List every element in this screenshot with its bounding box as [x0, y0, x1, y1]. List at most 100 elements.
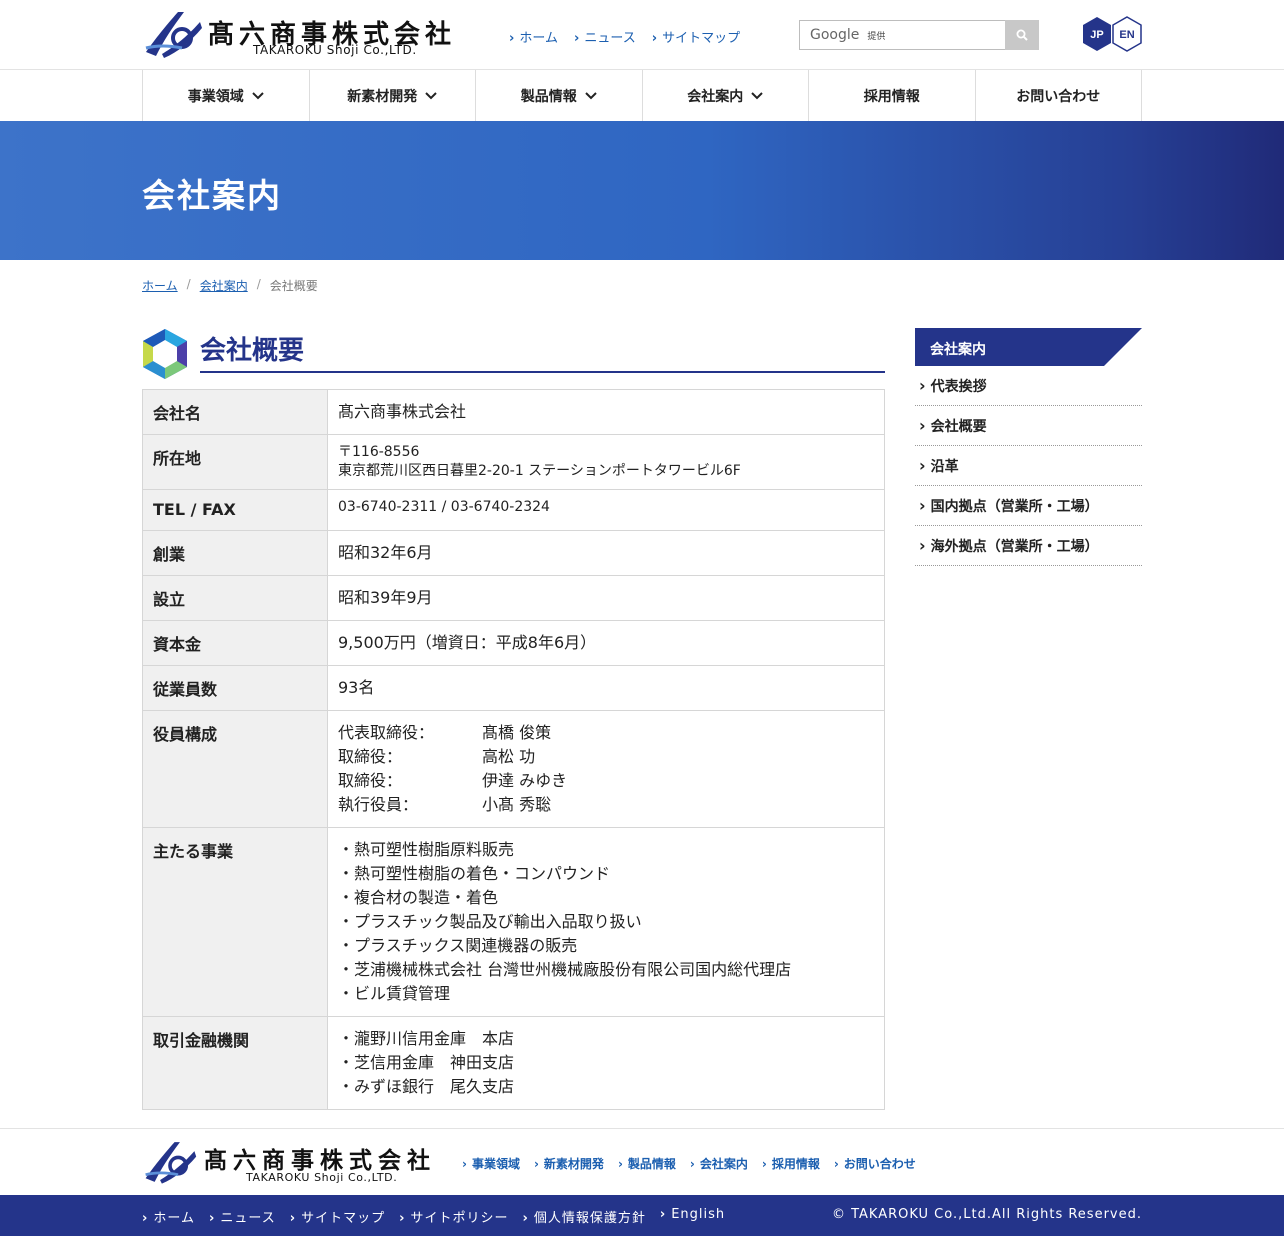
bottom-link-privacy[interactable]: 個人情報保護方針	[522, 1207, 645, 1226]
logo-mark-icon	[145, 12, 202, 58]
breadcrumb-separator: /	[256, 277, 261, 291]
hexagon-icon	[143, 329, 187, 379]
site-logo[interactable]: 髙六商事株式会社 TAKAROKU Shoji Co.,LTD.	[142, 8, 464, 60]
address-zip: 〒116-8556	[338, 444, 420, 460]
row-label: 役員構成	[142, 710, 328, 828]
footer-link-business[interactable]: 事業領域	[462, 1155, 520, 1172]
search-input[interactable]: Google 提供	[799, 20, 1005, 50]
page-banner: 会社案内	[0, 121, 1284, 260]
officer-role: 取締役：	[338, 747, 403, 766]
nav-label: 新素材開発	[347, 88, 418, 105]
header-link-news[interactable]: ニュース	[574, 27, 635, 46]
search-icon	[1016, 29, 1028, 41]
officer-entry: 取締役： 高松 功	[338, 745, 874, 769]
chevron-down-icon	[751, 91, 763, 99]
table-row: 設立 昭和39年9月	[142, 575, 885, 621]
row-value: ・熱可塑性樹脂原料販売 ・熱可塑性樹脂の着色・コンパウンド ・複合材の製造・着色…	[327, 827, 885, 1017]
bottom-link-english[interactable]: English	[660, 1207, 725, 1226]
officer-name: 小髙 秀聡	[482, 795, 552, 814]
logo-english-text: TAKAROKU Shoji Co.,LTD.	[253, 43, 417, 57]
footer-logo[interactable]: 髙六商事株式会社 TAKAROKU Shoji Co.,LTD.	[142, 1138, 447, 1186]
footer-link-products[interactable]: 製品情報	[618, 1155, 676, 1172]
table-row: 所在地 〒116-8556 東京都荒川区西日暮里2-20-1 ステーションポート…	[142, 434, 885, 490]
nav-label: お問い合わせ	[1016, 88, 1101, 105]
site-header: 髙六商事株式会社 TAKAROKU Shoji Co.,LTD. ホーム ニュー…	[0, 0, 1284, 70]
row-value: 93名	[327, 665, 885, 711]
nav-item-contact[interactable]: お問い合わせ	[974, 70, 1142, 121]
bottom-link-sitemap[interactable]: サイトマップ	[290, 1207, 385, 1226]
address-line: 東京都荒川区西日暮里2-20-1 ステーションポートタワービル6F	[338, 463, 741, 479]
sidebar-item-domestic-bases[interactable]: 国内拠点（営業所・工場）	[915, 486, 1142, 526]
nav-item-business[interactable]: 事業領域	[142, 70, 309, 121]
bottom-link-home[interactable]: ホーム	[142, 1207, 195, 1226]
row-value: ・瀧野川信用金庫 本店 ・芝信用金庫 神田支店 ・みずほ銀行 尾久支店	[327, 1016, 885, 1110]
section-title-rule	[200, 371, 885, 373]
footer-link-recruit[interactable]: 採用情報	[762, 1155, 820, 1172]
footer-bottom-links: ホーム ニュース サイトマップ サイトポリシー 個人情報保護方針 English	[142, 1207, 725, 1226]
header-link-sitemap[interactable]: サイトマップ	[652, 27, 740, 46]
row-label: 所在地	[142, 434, 328, 490]
footer-link-materials[interactable]: 新素材開発	[534, 1155, 604, 1172]
row-label: 設立	[142, 575, 328, 621]
site-search: Google 提供	[799, 20, 1039, 50]
business-item: ・熱可塑性樹脂原料販売	[338, 840, 515, 859]
business-item: ・ビル賃貸管理	[338, 984, 451, 1003]
breadcrumb-home[interactable]: ホーム	[142, 277, 178, 294]
header-link-home[interactable]: ホーム	[509, 27, 558, 46]
officer-entry: 代表取締役： 髙橋 俊策	[338, 721, 874, 745]
row-label: 従業員数	[142, 665, 328, 711]
bank-item: ・芝信用金庫 神田支店	[338, 1053, 515, 1072]
table-row: 創業 昭和32年6月	[142, 530, 885, 576]
nav-label: 採用情報	[863, 88, 920, 105]
officer-role: 執行役員：	[338, 795, 419, 814]
nav-item-products[interactable]: 製品情報	[475, 70, 642, 121]
section-title: 会社概要	[200, 336, 305, 366]
search-button[interactable]	[1005, 20, 1039, 50]
sidebar-item-overseas-bases[interactable]: 海外拠点（営業所・工場）	[915, 526, 1142, 566]
sidebar-item-greeting[interactable]: 代表挨拶	[915, 366, 1142, 406]
bottom-link-site-policy[interactable]: サイトポリシー	[399, 1207, 508, 1226]
breadcrumb-current: 会社概要	[269, 279, 318, 293]
breadcrumb: ホーム / 会社案内 / 会社概要	[142, 277, 318, 294]
row-value: 髙六商事株式会社	[327, 389, 885, 435]
company-overview-table: 会社名 髙六商事株式会社 所在地 〒116-8556 東京都荒川区西日暮里2-2…	[142, 389, 885, 1110]
row-value: 03-6740-2311 / 03-6740-2324	[327, 489, 885, 531]
sidebar: 会社案内 代表挨拶 会社概要 沿革 国内拠点（営業所・工場） 海外拠点（営業所・…	[915, 328, 1142, 566]
row-value: 代表取締役： 髙橋 俊策 取締役： 高松 功 取締役： 伊達 みゆき 執行役員： 小髙 …	[327, 710, 885, 828]
footer-logo-japanese-text: 髙六商事株式会社	[204, 1148, 436, 1174]
sidebar-heading-label: 会社案内	[930, 342, 986, 358]
nav-label: 事業領域	[187, 88, 244, 105]
footer-link-company[interactable]: 会社案内	[690, 1155, 748, 1172]
bank-item: ・瀧野川信用金庫 本店	[338, 1029, 515, 1048]
bank-item: ・みずほ銀行 尾久支店	[338, 1077, 515, 1096]
sidebar-item-overview[interactable]: 会社概要	[915, 406, 1142, 446]
site-footer: 髙六商事株式会社 TAKAROKU Shoji Co.,LTD. 事業領域 新素…	[0, 1128, 1284, 1195]
bottom-link-news[interactable]: ニュース	[209, 1207, 276, 1226]
page-title: 会社案内	[142, 176, 282, 215]
search-google-label: Google	[810, 27, 860, 43]
nav-item-company[interactable]: 会社案内	[641, 70, 809, 121]
footer-nav: 事業領域 新素材開発 製品情報 会社案内 採用情報 お問い合わせ	[462, 1155, 916, 1172]
nav-item-materials[interactable]: 新素材開発	[308, 70, 476, 121]
business-item: ・複合材の製造・着色	[338, 888, 499, 907]
table-row: 会社名 髙六商事株式会社	[142, 389, 885, 435]
sidebar-item-history[interactable]: 沿革	[915, 446, 1142, 486]
business-item: ・熱可塑性樹脂の着色・コンパウンド	[338, 864, 611, 883]
breadcrumb-parent[interactable]: 会社案内	[200, 277, 248, 294]
global-nav: 事業領域 新素材開発 製品情報 会社案内 採用情報 お問い合わせ	[142, 70, 1142, 121]
nav-label: 会社案内	[687, 88, 744, 105]
footer-bottom-bar: ホーム ニュース サイトマップ サイトポリシー 個人情報保護方針 English…	[0, 1195, 1284, 1236]
section-heading: 会社概要	[142, 328, 885, 380]
row-value: 昭和32年6月	[327, 530, 885, 576]
officer-role: 代表取締役：	[338, 723, 435, 742]
table-row: 資本金 9,500万円（増資日：平成8年6月）	[142, 620, 885, 666]
chevron-down-icon	[585, 91, 597, 99]
officer-name: 伊達 みゆき	[482, 771, 568, 790]
sidebar-heading[interactable]: 会社案内	[915, 328, 1142, 366]
row-label: TEL / FAX	[142, 489, 328, 531]
footer-link-contact[interactable]: お問い合わせ	[834, 1155, 916, 1172]
nav-item-recruit[interactable]: 採用情報	[808, 70, 975, 121]
row-label: 主たる事業	[142, 827, 328, 1017]
row-label: 創業	[142, 530, 328, 576]
officer-entry: 取締役： 伊達 みゆき	[338, 769, 874, 793]
